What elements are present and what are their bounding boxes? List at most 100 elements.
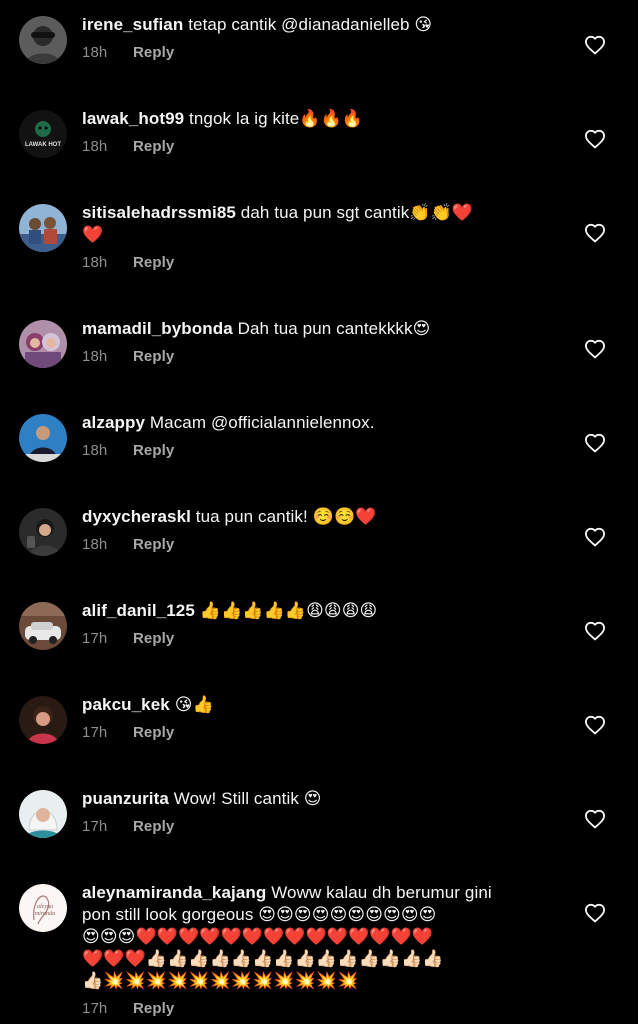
svg-text:aleyna: aleyna — [37, 904, 53, 910]
comment-text: Wow! Still cantik 😍 — [173, 789, 322, 808]
svg-text:miranda: miranda — [35, 911, 55, 917]
comment-timestamp: 18h — [82, 138, 108, 155]
comment-text: ❤️ — [82, 225, 104, 244]
avatar[interactable] — [19, 602, 67, 650]
avatar[interactable] — [19, 696, 67, 744]
comment-body: alzappy Macam @officialannielennox. 18h Re… — [82, 412, 552, 460]
comment-timestamp: 17h — [82, 630, 108, 647]
reply-button[interactable]: Reply — [133, 724, 174, 741]
comment-username[interactable]: puanzurita — [82, 789, 169, 808]
comment-timestamp: 17h — [82, 818, 108, 835]
comment-text: tetap cantik @dianadanielleb 😘 — [188, 15, 433, 34]
comment-body: puanzurita Wow! Still cantik 😍 17h Reply — [82, 788, 552, 836]
comment-line: pon still look gorgeous 😍😍😍😍😍😍😍😍😍😍 — [82, 904, 552, 926]
comment-text: Dah tua pun cantekkkk😍 — [237, 319, 431, 338]
like-heart-icon[interactable] — [584, 339, 606, 359]
reply-button[interactable]: Reply — [133, 536, 174, 553]
comment-username[interactable]: pakcu_kek — [82, 695, 170, 714]
like-heart-icon[interactable] — [584, 527, 606, 547]
comment-meta: 18h Reply — [82, 44, 552, 62]
reply-button[interactable]: Reply — [133, 818, 174, 835]
comment-line: puanzurita Wow! Still cantik 😍 — [82, 788, 552, 810]
comment-meta: 17h Reply — [82, 630, 552, 648]
comment-line: 👍🏻💥💥💥💥💥💥💥💥💥💥💥💥 — [82, 970, 552, 992]
comment-meta: 17h Reply — [82, 724, 552, 742]
avatar[interactable] — [19, 414, 67, 462]
comment-text: Macam @officialannielennox. — [149, 413, 375, 432]
reply-button[interactable]: Reply — [133, 630, 174, 647]
comment-timestamp: 18h — [82, 442, 108, 459]
comment-username[interactable]: alzappy — [82, 413, 145, 432]
comment-text: ❤️❤️❤️👍🏻👍🏻👍🏻👍🏻👍🏻👍🏻👍🏻👍🏻👍🏻👍🏻👍🏻👍🏻👍🏻👍🏻 — [82, 949, 444, 968]
comment-body: mamadil_bybonda Dah tua pun cantekkkk😍 18… — [82, 318, 552, 366]
comment-text: pon still look gorgeous 😍😍😍😍😍😍😍😍😍😍 — [82, 905, 437, 924]
comment-username[interactable]: lawak_hot99 — [82, 109, 184, 128]
reply-button[interactable]: Reply — [133, 138, 174, 155]
avatar[interactable] — [19, 508, 67, 556]
comment-meta: 17h Reply — [82, 818, 552, 836]
comment-username[interactable]: dyxycheraskl — [82, 507, 191, 526]
comment-line: alzappy Macam @officialannielennox. — [82, 412, 552, 434]
comment-text: 😍😍😍❤️❤️❤️❤️❤️❤️❤️❤️❤️❤️❤️❤️❤️❤️ — [82, 927, 434, 946]
comment-meta: 18h Reply — [82, 442, 552, 460]
comment-line: sitisalehadrssmi85 dah tua pun sgt canti… — [82, 202, 552, 224]
comment-text: 👍🏻💥💥💥💥💥💥💥💥💥💥💥💥 — [82, 971, 359, 990]
comment-timestamp: 18h — [82, 254, 108, 271]
like-heart-icon[interactable] — [584, 809, 606, 829]
comment-body: lawak_hot99 tngok la ig kite🔥🔥🔥 18h Reply — [82, 108, 552, 156]
comment-username[interactable]: sitisalehadrssmi85 — [82, 203, 236, 222]
avatar[interactable] — [19, 790, 67, 838]
comment-line: dyxycheraskl tua pun cantik! ☺️☺️❤️ — [82, 506, 552, 528]
avatar[interactable] — [19, 204, 67, 252]
comment-line: pakcu_kek 😘👍 — [82, 694, 552, 716]
comment-line: 😍😍😍❤️❤️❤️❤️❤️❤️❤️❤️❤️❤️❤️❤️❤️❤️ — [82, 926, 552, 948]
like-heart-icon[interactable] — [584, 903, 606, 923]
reply-button[interactable]: Reply — [133, 44, 174, 61]
like-heart-icon[interactable] — [584, 35, 606, 55]
avatar[interactable]: LAWAK HOT — [19, 110, 67, 158]
comment-body: sitisalehadrssmi85 dah tua pun sgt canti… — [82, 202, 552, 272]
comment-line: aleynamiranda_kajang Woww kalau dh berum… — [82, 882, 552, 904]
comment-body: pakcu_kek 😘👍 17h Reply — [82, 694, 552, 742]
comment-line: alif_danil_125 👍👍👍👍👍😩😩😩😩 — [82, 600, 552, 622]
comment-timestamp: 17h — [82, 724, 108, 741]
comment-timestamp: 18h — [82, 44, 108, 61]
comment-timestamp: 18h — [82, 348, 108, 365]
comment-meta: 18h Reply — [82, 254, 552, 272]
comment-username[interactable]: mamadil_bybonda — [82, 319, 233, 338]
reply-button[interactable]: Reply — [133, 1000, 174, 1017]
comment-body: aleynamiranda_kajang Woww kalau dh berum… — [82, 882, 552, 1018]
comment-meta: 18h Reply — [82, 138, 552, 156]
comment-meta: 17h Reply — [82, 1000, 552, 1018]
comment-username[interactable]: aleynamiranda_kajang — [82, 883, 266, 902]
like-heart-icon[interactable] — [584, 223, 606, 243]
comment-line: ❤️ — [82, 224, 552, 246]
comment-timestamp: 18h — [82, 536, 108, 553]
comment-meta: 18h Reply — [82, 348, 552, 366]
reply-button[interactable]: Reply — [133, 254, 174, 271]
comment-line: mamadil_bybonda Dah tua pun cantekkkk😍 — [82, 318, 552, 340]
svg-text:LAWAK HOT: LAWAK HOT — [25, 142, 61, 148]
avatar[interactable]: aleyna miranda — [19, 884, 67, 932]
like-heart-icon[interactable] — [584, 129, 606, 149]
comment-username[interactable]: alif_danil_125 — [82, 601, 195, 620]
like-heart-icon[interactable] — [584, 433, 606, 453]
reply-button[interactable]: Reply — [133, 348, 174, 365]
comment-username[interactable]: irene_sufian — [82, 15, 183, 34]
comment-body: irene_sufian tetap cantik @dianadanielle… — [82, 14, 552, 62]
comment-text: 👍👍👍👍👍😩😩😩😩 — [199, 601, 378, 620]
avatar[interactable] — [19, 320, 67, 368]
comment-body: alif_danil_125 👍👍👍👍👍😩😩😩😩 17h Reply — [82, 600, 552, 648]
comment-text: dah tua pun sgt cantik👏👏❤️ — [240, 203, 474, 222]
comments-list: irene_sufian tetap cantik @dianadanielle… — [0, 0, 638, 1024]
reply-button[interactable]: Reply — [133, 442, 174, 459]
comment-timestamp: 17h — [82, 1000, 108, 1017]
comment-text: 😘👍 — [174, 695, 214, 714]
like-heart-icon[interactable] — [584, 715, 606, 735]
comment-text: Woww kalau dh berumur gini — [271, 883, 492, 902]
like-heart-icon[interactable] — [584, 621, 606, 641]
avatar[interactable] — [19, 16, 67, 64]
comment-meta: 18h Reply — [82, 536, 552, 554]
comment-line: ❤️❤️❤️👍🏻👍🏻👍🏻👍🏻👍🏻👍🏻👍🏻👍🏻👍🏻👍🏻👍🏻👍🏻👍🏻👍🏻 — [82, 948, 552, 970]
comment-text: tua pun cantik! ☺️☺️❤️ — [195, 507, 377, 526]
